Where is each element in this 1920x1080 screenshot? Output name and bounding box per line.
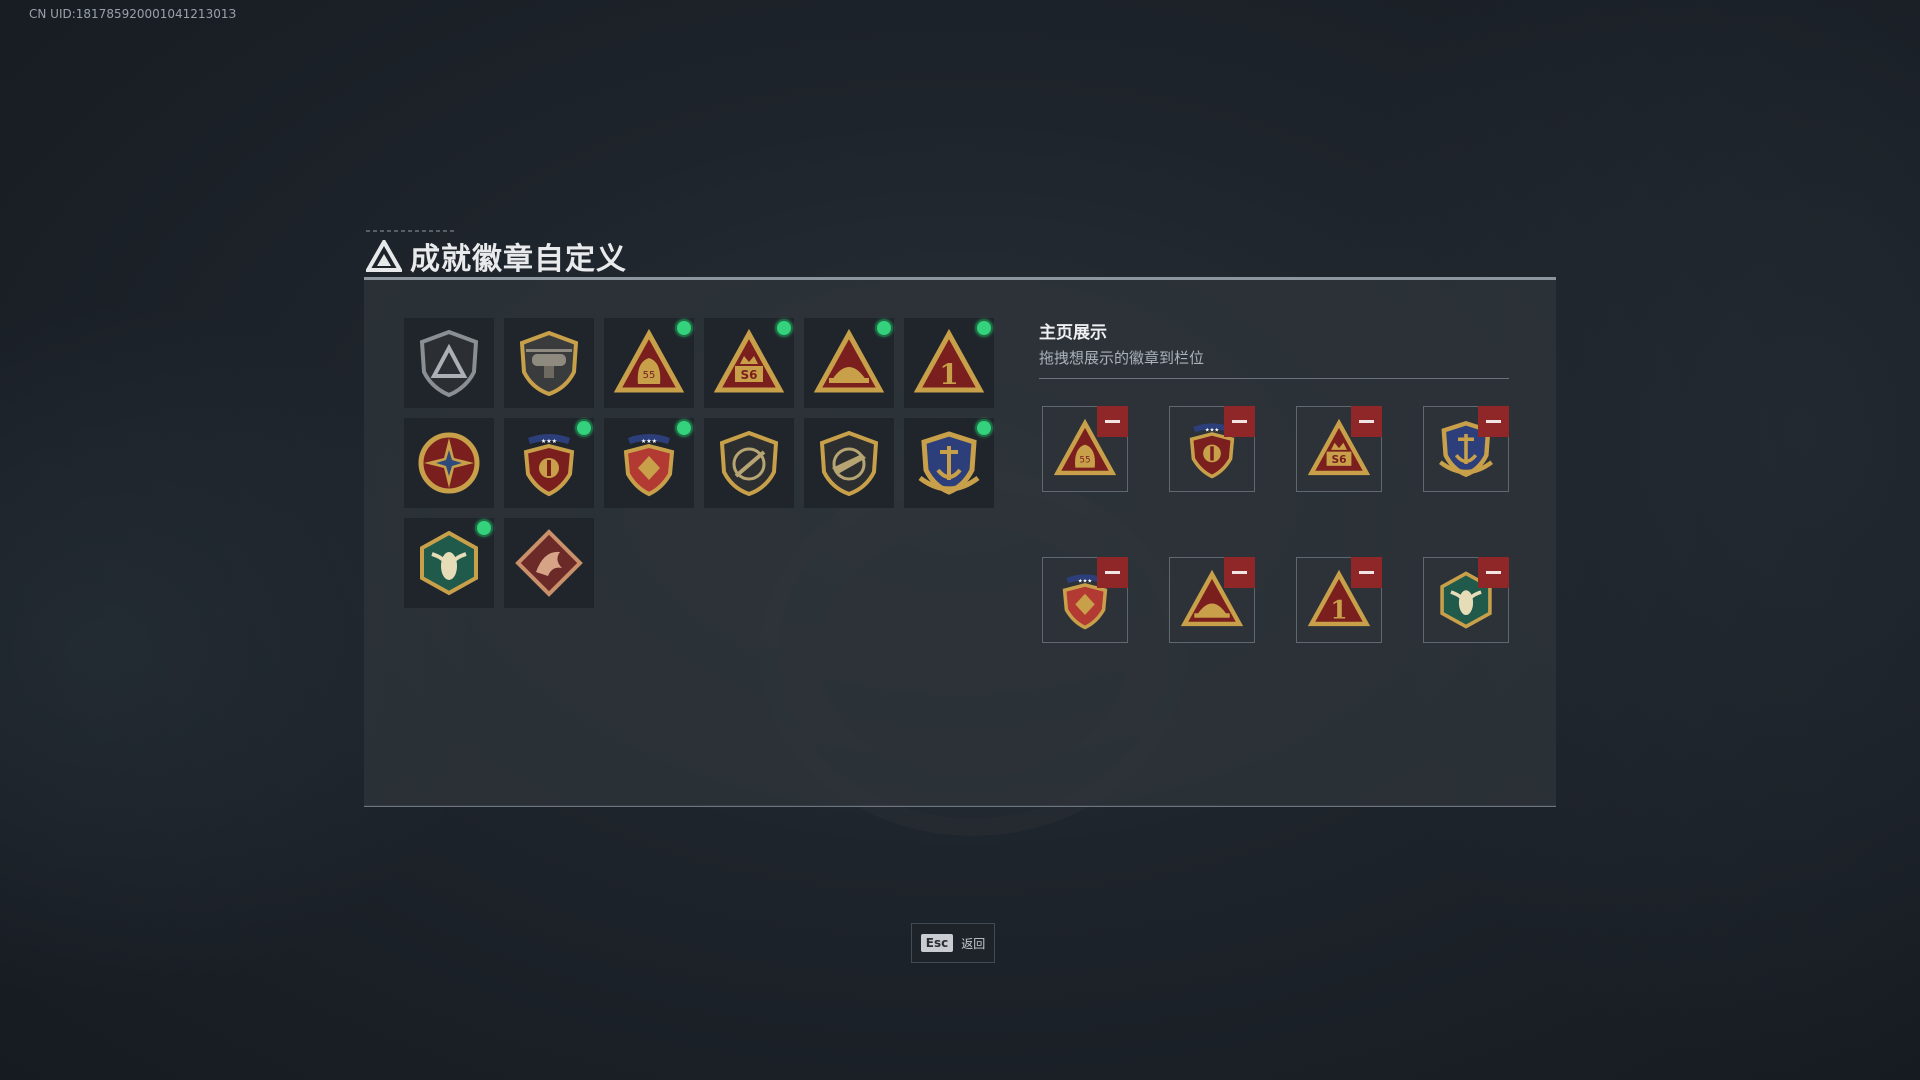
remove-badge-button[interactable] — [1351, 557, 1382, 588]
anchor-eagle-icon — [918, 431, 980, 495]
new-indicator-dot — [977, 321, 991, 335]
svg-text:55: 55 — [643, 370, 656, 381]
display-slot-5[interactable]: ★★★ — [1042, 557, 1128, 643]
display-slot-3[interactable]: S6 — [1296, 406, 1382, 492]
svg-text:S6: S6 — [1331, 453, 1346, 466]
badge-grid: 55 S6 1 ★★★ ★★★ — [404, 318, 994, 608]
badge-slot-12[interactable] — [904, 418, 994, 508]
showcase-title: 主页展示 — [1039, 323, 1107, 343]
remove-badge-button[interactable] — [1097, 406, 1128, 437]
s6-triangle-icon: S6 — [714, 328, 784, 393]
hat-triangle-icon — [814, 328, 884, 393]
minus-icon — [1105, 571, 1120, 574]
bag-55-triangle-icon: 55 — [614, 328, 684, 393]
minus-icon — [1486, 571, 1501, 574]
badge-slot-11[interactable] — [804, 418, 894, 508]
display-slot-1[interactable]: 55 — [1042, 406, 1128, 492]
remove-badge-button[interactable] — [1097, 557, 1128, 588]
showcase-area: 主页展示 拖拽想展示的徽章到栏位 55 ★★★ S6 ★★★ 1 — [1039, 318, 1509, 643]
crest-red-shield-icon: ★★★ — [623, 434, 675, 497]
svg-text:1: 1 — [1330, 596, 1347, 625]
number-1-triangle-icon: 1 — [914, 328, 984, 393]
minus-icon — [1359, 571, 1374, 574]
uid-label: CN UID:18178592000104121301З — [29, 7, 237, 21]
minus-icon — [1486, 420, 1501, 423]
triangle-shield-icon — [419, 329, 479, 398]
delta-logo-icon — [366, 240, 402, 272]
remove-badge-button[interactable] — [1351, 406, 1382, 437]
minus-icon — [1232, 571, 1247, 574]
showcase-subtitle: 拖拽想展示的徽章到栏位 — [1039, 349, 1205, 367]
badge-slot-4[interactable]: S6 — [704, 318, 794, 408]
badge-slot-13[interactable] — [404, 518, 494, 608]
rifle-shield-icon — [819, 430, 879, 497]
remove-badge-button[interactable] — [1224, 406, 1255, 437]
badge-slot-8[interactable]: ★★★ — [504, 418, 594, 508]
svg-text:S6: S6 — [741, 368, 758, 382]
helicopter-shield-icon — [519, 330, 579, 397]
minus-icon — [1359, 420, 1374, 423]
badge-slot-1[interactable] — [404, 318, 494, 408]
display-slot-7[interactable]: 1 — [1296, 557, 1382, 643]
showcase-grid: 55 ★★★ S6 ★★★ 1 — [1042, 406, 1509, 643]
badge-slot-7[interactable] — [404, 418, 494, 508]
page-header: 成就徽章自定义 — [366, 234, 627, 278]
badge-slot-3[interactable]: 55 — [604, 318, 694, 408]
remove-badge-button[interactable] — [1478, 557, 1509, 588]
svg-text:55: 55 — [1079, 455, 1090, 465]
showcase-divider — [1039, 378, 1509, 379]
new-indicator-dot — [977, 421, 991, 435]
svg-text:1: 1 — [939, 358, 958, 391]
gun-shield-icon — [719, 430, 779, 497]
new-indicator-dot — [477, 521, 491, 535]
display-slot-2[interactable]: ★★★ — [1169, 406, 1255, 492]
badge-slot-9[interactable]: ★★★ — [604, 418, 694, 508]
esc-key-hint: Esc — [920, 934, 954, 952]
display-slot-8[interactable] — [1423, 557, 1509, 643]
display-slot-4[interactable] — [1423, 406, 1509, 492]
new-indicator-dot — [877, 321, 891, 335]
badge-slot-5[interactable] — [804, 318, 894, 408]
new-indicator-dot — [677, 321, 691, 335]
dragon-diamond-icon — [515, 529, 583, 597]
page-title: 成就徽章自定义 — [410, 242, 627, 277]
star-compass-icon — [418, 432, 480, 494]
badge-slot-14[interactable] — [504, 518, 594, 608]
remove-badge-button[interactable] — [1478, 406, 1509, 437]
crest-star-shield-icon: ★★★ — [523, 434, 575, 497]
new-indicator-dot — [677, 421, 691, 435]
hornet-hexagon-icon — [420, 530, 478, 596]
badge-slot-6[interactable]: 1 — [904, 318, 994, 408]
minus-icon — [1105, 420, 1120, 423]
new-indicator-dot — [577, 421, 591, 435]
back-label: 返回 — [961, 936, 986, 951]
badge-slot-10[interactable] — [704, 418, 794, 508]
badge-slot-2[interactable] — [504, 318, 594, 408]
minus-icon — [1232, 420, 1247, 423]
display-slot-6[interactable] — [1169, 557, 1255, 643]
remove-badge-button[interactable] — [1224, 557, 1255, 588]
new-indicator-dot — [777, 321, 791, 335]
title-decoration — [366, 230, 456, 232]
badge-panel: 55 S6 1 ★★★ ★★★ 主页展示 拖拽想展示的徽章到栏位 55 ★★★ S6 ★… — [364, 277, 1556, 807]
back-button[interactable]: Esc 返回 — [911, 923, 995, 963]
